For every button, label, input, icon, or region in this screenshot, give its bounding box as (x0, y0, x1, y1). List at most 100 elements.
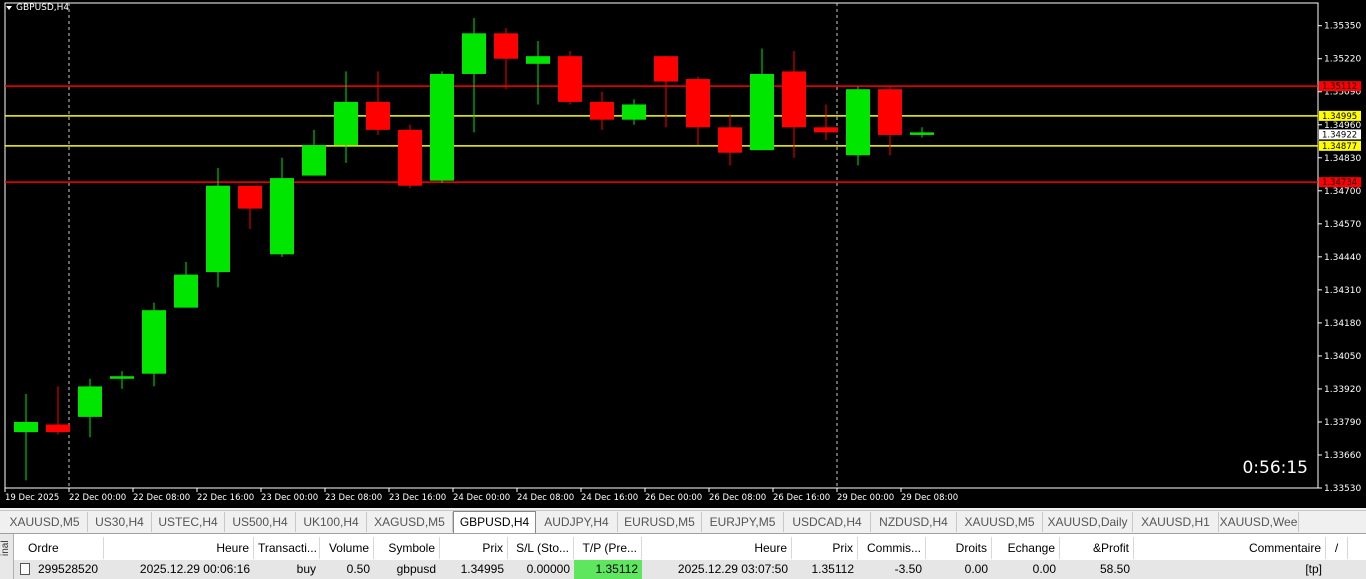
chart-tab-eurusd-m5[interactable]: EURUSD,M5 (618, 512, 702, 532)
chart-canvas[interactable]: 1.353501.352201.350901.349601.348301.347… (0, 0, 1366, 508)
candle-bear (718, 127, 742, 153)
column-header-3[interactable]: Volume (320, 537, 374, 559)
terminal-side-strip[interactable]: inal (0, 534, 14, 579)
cell-droits: 0.00 (964, 562, 988, 576)
price-tick-label: 1.34570 (1324, 220, 1361, 230)
price-tick-label: 1.33920 (1324, 385, 1361, 395)
candle-bear (782, 71, 806, 128)
level-price-label: 1.34995 (1322, 112, 1357, 122)
time-tick-label: 24 Dec 16:00 (581, 493, 638, 503)
candle-bear (238, 185, 262, 209)
chart-tab-us500-h4[interactable]: US500,H4 (225, 512, 296, 532)
chart-tab-xauusd-m5[interactable]: XAUUSD,M5 (2, 512, 88, 532)
candle-bear (494, 33, 518, 59)
level-price-label: 1.34734 (1322, 178, 1357, 188)
cell-tp: 1.35112 (574, 560, 642, 579)
price-tick-label: 1.35220 (1324, 55, 1361, 65)
candle-bull (142, 310, 166, 374)
candle-bull (622, 104, 646, 120)
cell-profit: 58.50 (1099, 562, 1130, 576)
time-tick-label: 26 Dec 00:00 (645, 493, 702, 503)
price-tick-label: 1.34180 (1324, 319, 1361, 329)
candle-bull (174, 274, 198, 308)
column-header-15[interactable]: / (1326, 537, 1348, 559)
cell-heure2: 2025.12.29 03:07:50 (677, 562, 788, 576)
chart-tab-ustec-h4[interactable]: USTEC,H4 (152, 512, 225, 532)
chart-tab-gbpusd-h4[interactable]: GBPUSD,H4 (453, 511, 536, 534)
time-tick-label: 23 Dec 16:00 (389, 493, 446, 503)
column-header-0[interactable]: Ordre (24, 537, 104, 559)
chart-tab-xauusd-daily[interactable]: XAUUSD,Daily (1043, 512, 1133, 532)
price-tick-label: 1.34960 (1324, 121, 1361, 131)
time-tick-label: 26 Dec 08:00 (709, 493, 766, 503)
time-tick-label: 22 Dec 00:00 (69, 493, 126, 503)
candle-bull (14, 421, 38, 433)
cell-commission: -3.50 (894, 562, 922, 576)
column-header-7[interactable]: T/P (Pre... (574, 537, 642, 559)
candle-bull (302, 145, 326, 176)
current-price-label: 1.34922 (1322, 130, 1357, 140)
chart-tab-usdcad-h4[interactable]: USDCAD,H4 (784, 512, 871, 532)
candle-bear (398, 129, 422, 186)
column-header-4[interactable]: Symbole (374, 537, 440, 559)
price-chart[interactable]: 1.35350 1.35220 1.35090 1.34960 1.34830 1.347… (0, 0, 1366, 508)
chart-tab-us30-h4[interactable]: US30,H4 (88, 512, 152, 532)
price-tick-label: 1.33790 (1324, 418, 1361, 428)
chart-tab-xagusd-m5[interactable]: XAGUSD,M5 (367, 512, 453, 532)
column-header-14[interactable]: Commentaire (1134, 537, 1326, 559)
chart-symbol: GBPUSD,H4 (16, 3, 70, 13)
price-tick-label: 1.34830 (1324, 154, 1361, 164)
chart-tab-eurjpy-m5[interactable]: EURJPY,M5 (702, 512, 784, 532)
candle-bear (590, 101, 614, 120)
price-tick-label: 1.34050 (1324, 352, 1361, 362)
time-tick-label: 23 Dec 08:00 (325, 493, 382, 503)
cell-transaction: buy (296, 562, 316, 576)
closed-order-icon (20, 563, 30, 575)
chart-tab-xauusd-wee[interactable]: XAUUSD,Wee (1219, 512, 1299, 532)
cell-heure: 2025.12.29 00:06:16 (139, 562, 250, 576)
cell-sl: 0.00000 (526, 562, 570, 576)
cell-prix: 1.34995 (460, 562, 504, 576)
chart-tab-nzdusd-h4[interactable]: NZDUSD,H4 (871, 512, 957, 532)
chart-tab-uk100-h4[interactable]: UK100,H4 (296, 512, 367, 532)
cell-prix2: 1.35112 (811, 562, 855, 576)
candle-bull (462, 33, 486, 74)
candle-bull (750, 73, 774, 151)
column-header-9[interactable]: Prix (792, 537, 858, 559)
level-price-label: 1.35112 (1322, 82, 1357, 92)
chart-tab-audjpy-h4[interactable]: AUDJPY,H4 (536, 512, 618, 532)
chart-symbol-label: GBPUSD,H4 (6, 3, 69, 13)
time-tick-label: 24 Dec 08:00 (517, 493, 574, 503)
candle-bull (78, 386, 102, 417)
column-header-1[interactable]: Heure (104, 537, 254, 559)
time-tick-label: 24 Dec 00:00 (453, 493, 510, 503)
chart-tab-xauusd-m5[interactable]: XAUUSD,M5 (957, 512, 1043, 532)
level-price-label: 1.34877 (1322, 142, 1357, 152)
candle-bear (654, 56, 678, 82)
column-header-12[interactable]: Echange (992, 537, 1060, 559)
column-header-2[interactable]: Transacti... (254, 537, 320, 559)
candle-bear (878, 89, 902, 135)
cell-echange: 0.00 (1032, 562, 1056, 576)
dropdown-triangle-icon (6, 5, 12, 10)
chart-tab-xauusd-h1[interactable]: XAUUSD,H1 (1133, 512, 1219, 532)
candle-bull (110, 376, 134, 379)
column-header-8[interactable]: Heure (642, 537, 792, 559)
time-tick-label: 29 Dec 08:00 (901, 493, 958, 503)
candle-bear (46, 424, 70, 433)
candle-bear (686, 79, 710, 128)
price-tick-label: 1.35350 (1324, 22, 1361, 32)
trade-history-panel: inal Ordre 299528520 Heure 2025.12.29 00:06… (0, 533, 1366, 579)
column-header-10[interactable]: Commis... (858, 537, 926, 559)
column-header-11[interactable]: Droits (926, 537, 992, 559)
price-tick-label: 1.34440 (1324, 253, 1361, 263)
candle-bull (526, 56, 550, 64)
candle-bull (846, 89, 870, 156)
column-header-13[interactable]: &Profit (1060, 537, 1134, 559)
time-tick-label: 19 Dec 2025 (5, 493, 59, 503)
time-tick-label: 22 Dec 08:00 (133, 493, 190, 503)
cell-symbole: gbpusd (396, 562, 436, 576)
column-header-5[interactable]: Prix (440, 537, 508, 559)
time-tick-label: 29 Dec 00:00 (837, 493, 894, 503)
column-header-6[interactable]: S/L (Sto... (508, 537, 574, 559)
